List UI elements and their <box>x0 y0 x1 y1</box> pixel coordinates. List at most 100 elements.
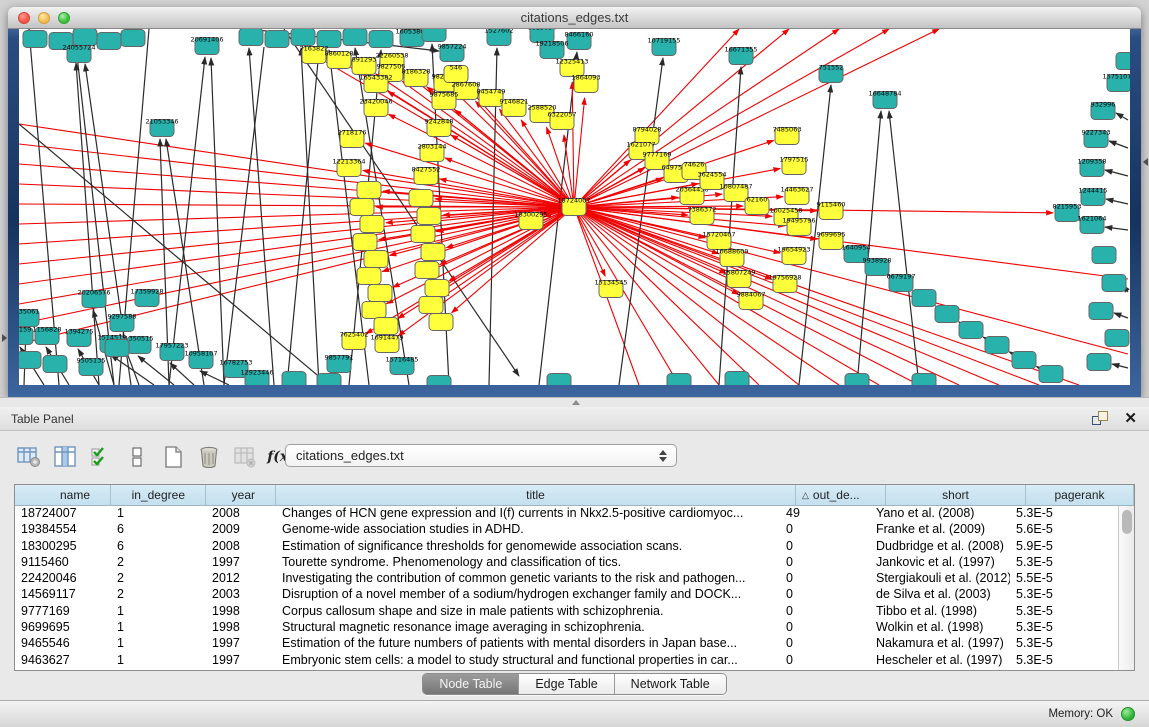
network-node[interactable] <box>357 182 381 199</box>
network-node[interactable] <box>415 262 439 279</box>
network-node[interactable] <box>19 352 41 369</box>
network-node[interactable] <box>1039 366 1063 383</box>
network-node[interactable] <box>1092 247 1116 264</box>
table-settings-icon[interactable] <box>14 442 44 472</box>
network-node[interactable] <box>985 337 1009 354</box>
table-source-dropdown[interactable]: citations_edges.txt <box>285 444 677 467</box>
network-node[interactable] <box>912 374 936 386</box>
network-node[interactable] <box>291 29 315 46</box>
table-row[interactable]: 946362711997Embryonic stem cells: a mode… <box>15 653 1118 669</box>
cell-year[interactable]: 2008 <box>206 539 276 555</box>
cell-title[interactable]: Embryonic stem cells: a model to study s… <box>276 653 780 669</box>
window-titlebar[interactable]: citations_edges.txt <box>8 7 1141 29</box>
network-node[interactable] <box>417 208 441 225</box>
cell-year[interactable]: 1997 <box>206 555 276 571</box>
cell-out_de[interactable]: 0 <box>780 587 870 603</box>
cell-short[interactable]: Franke et al. (2009) <box>870 522 1010 538</box>
cell-title[interactable]: Estimation of significance thresholds fo… <box>276 539 780 555</box>
column-header-title[interactable]: title <box>276 485 796 505</box>
cell-title[interactable]: Structural magnetic resonance image aver… <box>276 620 780 636</box>
table-row[interactable]: 2242004622012Investigating the contribut… <box>15 571 1118 587</box>
network-node[interactable] <box>1105 330 1129 347</box>
network-node[interactable] <box>1102 275 1126 292</box>
network-node[interactable] <box>725 372 749 386</box>
cell-year[interactable]: 1998 <box>206 604 276 620</box>
cell-pagerank[interactable]: 5.6E-5 <box>1010 522 1118 538</box>
cell-short[interactable]: Dudbridge et al. (2008) <box>870 539 1010 555</box>
cell-pagerank[interactable]: 5.3E-5 <box>1010 587 1118 603</box>
network-node[interactable] <box>121 30 145 47</box>
table-row[interactable]: 1938455462009Genome-wide association stu… <box>15 522 1118 538</box>
cell-pagerank[interactable]: 5.3E-5 <box>1010 604 1118 620</box>
cell-out_de[interactable]: 0 <box>780 636 870 652</box>
network-node[interactable] <box>1089 303 1113 320</box>
cell-title[interactable]: Disruption of a novel member of a sodium… <box>276 587 780 603</box>
table-vertical-scrollbar[interactable] <box>1118 506 1134 670</box>
cell-out_de[interactable]: 0 <box>780 620 870 636</box>
column-header-out_de[interactable]: △out_de... <box>796 485 886 505</box>
network-node[interactable] <box>667 374 691 386</box>
column-visibility-icon[interactable] <box>50 442 80 472</box>
cell-pagerank[interactable]: 5.5E-5 <box>1010 571 1118 587</box>
cell-pagerank[interactable]: 5.9E-5 <box>1010 539 1118 555</box>
cell-name[interactable]: 9777169 <box>15 604 111 620</box>
cell-out_de[interactable]: 0 <box>780 604 870 620</box>
cell-year[interactable]: 1998 <box>206 620 276 636</box>
cell-title[interactable]: Investigating the contribution of common… <box>276 571 780 587</box>
cell-short[interactable]: Tibbo et al. (1998) <box>870 604 1010 620</box>
cell-name[interactable]: 14569117 <box>15 587 111 603</box>
cell-in_degree[interactable]: 1 <box>111 636 206 652</box>
close-panel-icon[interactable]: ✕ <box>1124 411 1137 426</box>
network-node[interactable] <box>368 285 392 302</box>
table-row[interactable]: 1456911722003Disruption of a novel membe… <box>15 587 1118 603</box>
cell-name[interactable]: 9699695 <box>15 620 111 636</box>
network-node[interactable] <box>429 314 453 331</box>
cell-name[interactable]: 9465546 <box>15 636 111 652</box>
cell-title[interactable]: Genome-wide association studies in ADHD. <box>276 522 780 538</box>
delete-attribute-icon[interactable] <box>194 442 224 472</box>
network-node[interactable] <box>427 376 451 386</box>
tab-node-table[interactable]: Node Table <box>423 674 518 694</box>
tab-edge-table[interactable]: Edge Table <box>518 674 613 694</box>
column-header-pagerank[interactable]: pagerank <box>1026 485 1134 505</box>
network-node[interactable] <box>343 29 367 46</box>
float-panel-icon[interactable] <box>1092 411 1110 427</box>
cell-in_degree[interactable]: 2 <box>111 571 206 587</box>
cell-pagerank[interactable]: 5.3E-5 <box>1010 636 1118 652</box>
network-node[interactable] <box>422 29 446 42</box>
delete-table-icon[interactable] <box>230 442 260 472</box>
network-node[interactable] <box>353 234 377 251</box>
network-node[interactable] <box>425 280 449 297</box>
network-node[interactable] <box>409 190 433 207</box>
column-header-name[interactable]: name <box>15 485 111 505</box>
cell-title[interactable]: Tourette syndrome. Phenomenology and cla… <box>276 555 780 571</box>
cell-out_de[interactable]: 0 <box>780 571 870 587</box>
network-node[interactable] <box>374 318 398 335</box>
cell-out_de[interactable]: 0 <box>780 653 870 669</box>
network-node[interactable] <box>1087 354 1111 371</box>
cell-short[interactable]: de Silva et al. (2003) <box>870 587 1010 603</box>
column-header-short[interactable]: short <box>886 485 1026 505</box>
network-node[interactable] <box>1116 53 1130 70</box>
table-row[interactable]: 969969511998Structural magnetic resonanc… <box>15 620 1118 636</box>
cell-pagerank[interactable]: 5.3E-5 <box>1010 555 1118 571</box>
cell-short[interactable]: Nakamura et al. (1997) <box>870 636 1010 652</box>
left-panel-collapse-arrow[interactable] <box>2 334 7 342</box>
network-node[interactable] <box>105 340 129 357</box>
column-header-in_degree[interactable]: in_degree <box>111 485 206 505</box>
network-node[interactable] <box>547 374 571 386</box>
cell-name[interactable]: 9115460 <box>15 555 111 571</box>
cell-title[interactable]: Changes of HCN gene expression and I(f) … <box>276 506 780 522</box>
cell-in_degree[interactable]: 6 <box>111 539 206 555</box>
cell-year[interactable]: 2008 <box>206 506 276 522</box>
network-node[interactable] <box>43 356 67 373</box>
table-row[interactable]: 977716911998Corpus callosum shape and si… <box>15 604 1118 620</box>
cell-title[interactable]: Corpus callosum shape and size in male p… <box>276 604 780 620</box>
cell-year[interactable]: 2003 <box>206 587 276 603</box>
cell-out_de[interactable]: 0 <box>780 555 870 571</box>
cell-in_degree[interactable]: 1 <box>111 620 206 636</box>
cell-in_degree[interactable]: 2 <box>111 587 206 603</box>
network-node[interactable] <box>364 251 388 268</box>
tab-network-table[interactable]: Network Table <box>614 674 726 694</box>
network-node[interactable] <box>350 199 374 216</box>
